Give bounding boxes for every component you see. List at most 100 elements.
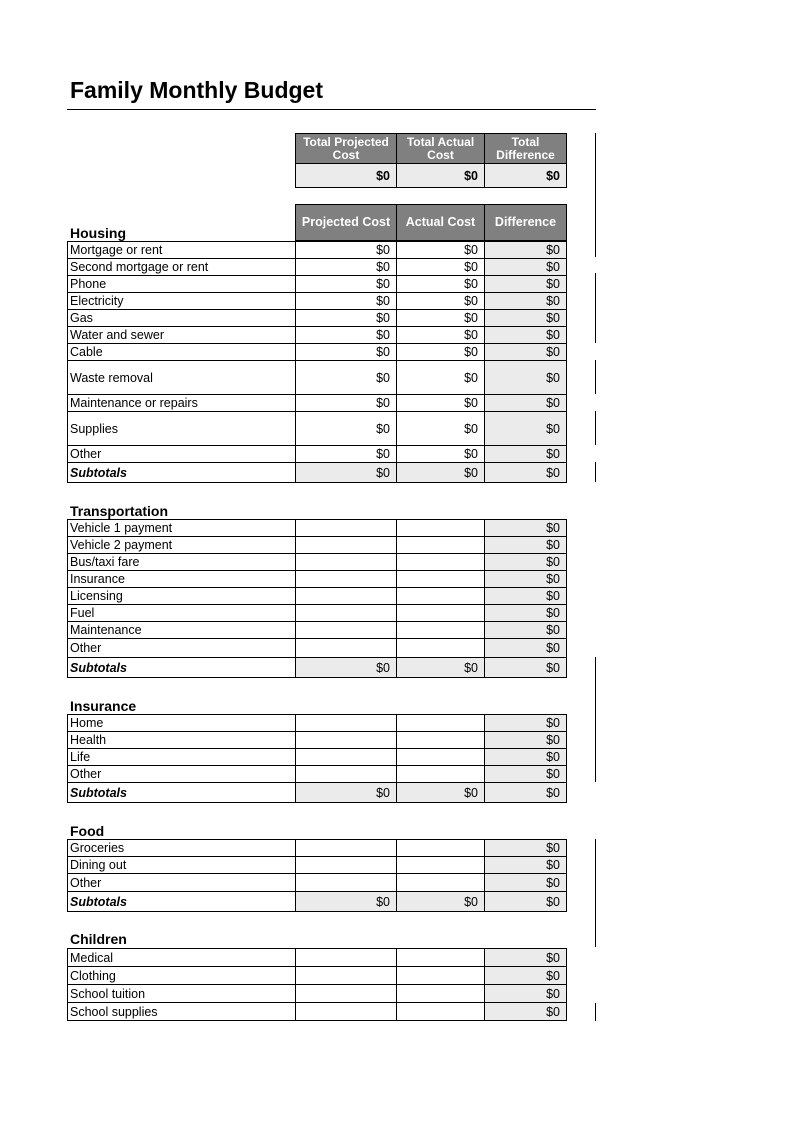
projected-cell[interactable]: $0 xyxy=(295,445,397,463)
difference-cell[interactable]: $0 xyxy=(484,292,567,310)
difference-cell[interactable]: $0 xyxy=(484,360,567,395)
actual-cell[interactable]: $0 xyxy=(396,309,485,327)
actual-cell[interactable] xyxy=(396,536,485,554)
difference-cell[interactable]: $0 xyxy=(484,258,567,276)
actual-cell[interactable] xyxy=(396,748,485,766)
projected-cell[interactable]: $0 xyxy=(295,258,397,276)
difference-cell[interactable]: $0 xyxy=(484,714,567,732)
difference-cell[interactable]: $0 xyxy=(484,445,567,463)
actual-cell[interactable] xyxy=(396,570,485,588)
actual-cell[interactable] xyxy=(396,1002,485,1021)
actual-cell[interactable] xyxy=(396,873,485,892)
section-heading-insurance: Insurance xyxy=(70,698,137,714)
subtotal-difference: $0 xyxy=(484,782,567,803)
actual-cell[interactable]: $0 xyxy=(396,343,485,361)
difference-cell[interactable]: $0 xyxy=(484,856,567,874)
difference-cell[interactable]: $0 xyxy=(484,621,567,639)
projected-cell[interactable] xyxy=(295,984,397,1003)
actual-cell[interactable] xyxy=(396,638,485,658)
projected-cell[interactable] xyxy=(295,638,397,658)
projected-cell[interactable] xyxy=(295,748,397,766)
projected-cell[interactable]: $0 xyxy=(295,309,397,327)
actual-cell[interactable]: $0 xyxy=(396,445,485,463)
difference-cell[interactable]: $0 xyxy=(484,241,567,259)
difference-cell[interactable]: $0 xyxy=(484,839,567,857)
difference-cell[interactable]: $0 xyxy=(484,748,567,766)
page-break-marker xyxy=(595,462,596,482)
projected-cell[interactable] xyxy=(295,731,397,749)
difference-cell[interactable]: $0 xyxy=(484,553,567,571)
actual-cell[interactable] xyxy=(396,604,485,622)
row-label: School supplies xyxy=(67,1002,296,1021)
difference-cell[interactable]: $0 xyxy=(484,948,567,967)
total-difference-value[interactable]: $0 xyxy=(484,163,567,188)
projected-cell[interactable] xyxy=(295,714,397,732)
difference-header: Difference xyxy=(484,204,567,241)
projected-cell[interactable] xyxy=(295,1002,397,1021)
actual-cell[interactable] xyxy=(396,553,485,571)
projected-cell[interactable] xyxy=(295,621,397,639)
actual-cell[interactable] xyxy=(396,984,485,1003)
difference-cell[interactable]: $0 xyxy=(484,536,567,554)
difference-cell[interactable]: $0 xyxy=(484,984,567,1003)
projected-cell[interactable]: $0 xyxy=(295,394,397,412)
difference-cell[interactable]: $0 xyxy=(484,309,567,327)
actual-cell[interactable]: $0 xyxy=(396,394,485,412)
projected-cell[interactable]: $0 xyxy=(295,275,397,293)
actual-cell[interactable]: $0 xyxy=(396,275,485,293)
projected-cell[interactable]: $0 xyxy=(295,343,397,361)
projected-cell[interactable]: $0 xyxy=(295,360,397,395)
projected-cell[interactable] xyxy=(295,873,397,892)
projected-cell[interactable] xyxy=(295,765,397,783)
projected-cell[interactable] xyxy=(295,966,397,985)
total-projected-value[interactable]: $0 xyxy=(295,163,397,188)
difference-cell[interactable]: $0 xyxy=(484,873,567,892)
projected-cell[interactable]: $0 xyxy=(295,292,397,310)
actual-cell[interactable] xyxy=(396,519,485,537)
difference-cell[interactable]: $0 xyxy=(484,587,567,605)
projected-cell[interactable] xyxy=(295,536,397,554)
difference-cell[interactable]: $0 xyxy=(484,411,567,446)
actual-cell[interactable] xyxy=(396,839,485,857)
difference-cell[interactable]: $0 xyxy=(484,638,567,658)
actual-cell[interactable] xyxy=(396,966,485,985)
actual-cell[interactable]: $0 xyxy=(396,326,485,344)
projected-cell[interactable] xyxy=(295,587,397,605)
difference-cell[interactable]: $0 xyxy=(484,1002,567,1021)
actual-cell[interactable] xyxy=(396,587,485,605)
actual-cell[interactable] xyxy=(396,765,485,783)
actual-cell[interactable]: $0 xyxy=(396,258,485,276)
actual-cell[interactable] xyxy=(396,714,485,732)
projected-cell[interactable]: $0 xyxy=(295,241,397,259)
actual-cell[interactable] xyxy=(396,731,485,749)
page-break-marker xyxy=(595,411,596,445)
total-actual-value[interactable]: $0 xyxy=(396,163,485,188)
difference-cell[interactable]: $0 xyxy=(484,394,567,412)
difference-cell[interactable]: $0 xyxy=(484,570,567,588)
subtotal-projected: $0 xyxy=(295,782,397,803)
difference-cell[interactable]: $0 xyxy=(484,731,567,749)
actual-cell[interactable]: $0 xyxy=(396,360,485,395)
projected-cell[interactable] xyxy=(295,570,397,588)
difference-cell[interactable]: $0 xyxy=(484,966,567,985)
actual-cell[interactable]: $0 xyxy=(396,241,485,259)
actual-cell[interactable] xyxy=(396,948,485,967)
projected-cell[interactable] xyxy=(295,553,397,571)
actual-cell[interactable]: $0 xyxy=(396,411,485,446)
actual-cell[interactable]: $0 xyxy=(396,292,485,310)
actual-cell[interactable] xyxy=(396,621,485,639)
difference-cell[interactable]: $0 xyxy=(484,604,567,622)
projected-cell[interactable] xyxy=(295,519,397,537)
difference-cell[interactable]: $0 xyxy=(484,275,567,293)
difference-cell[interactable]: $0 xyxy=(484,519,567,537)
projected-cell[interactable] xyxy=(295,604,397,622)
difference-cell[interactable]: $0 xyxy=(484,326,567,344)
projected-cell[interactable]: $0 xyxy=(295,411,397,446)
projected-cell[interactable]: $0 xyxy=(295,326,397,344)
projected-cell[interactable] xyxy=(295,856,397,874)
actual-cell[interactable] xyxy=(396,856,485,874)
projected-cell[interactable] xyxy=(295,948,397,967)
difference-cell[interactable]: $0 xyxy=(484,343,567,361)
difference-cell[interactable]: $0 xyxy=(484,765,567,783)
projected-cell[interactable] xyxy=(295,839,397,857)
